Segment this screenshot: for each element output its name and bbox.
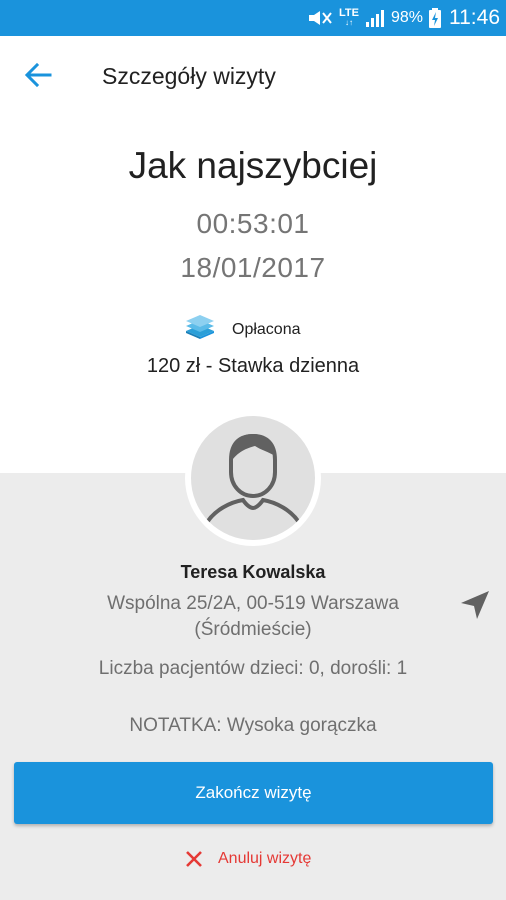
visit-headline: Jak najszybciej (128, 145, 378, 186)
money-stack-icon (182, 313, 218, 346)
patients-count: Liczba pacjentów dzieci: 0, dorośli: 1 (98, 658, 408, 679)
cancel-visit-label: Anuluj wizytę (218, 850, 312, 867)
clock: 11:46 (449, 6, 500, 29)
arrow-left-icon (24, 62, 52, 88)
signal-icon (365, 9, 385, 27)
avatar (191, 416, 315, 540)
address-line-2: (Śródmieście) (194, 619, 312, 640)
patient-address: Wspólna 25/2A, 00-519 Warszawa (Śródmieś… (40, 591, 466, 643)
navigation-arrow-icon (461, 591, 489, 619)
visit-date: 18/01/2017 (180, 252, 326, 283)
status-icons: LTE ↓↑ 98% 11:46 (307, 0, 500, 36)
mute-icon (307, 9, 333, 27)
toolbar: Szczegóły wizyty (0, 36, 506, 116)
battery-charging-icon (429, 8, 441, 28)
close-icon (186, 851, 202, 867)
lte-indicator: LTE ↓↑ (339, 7, 359, 28)
navigate-button[interactable] (458, 588, 492, 622)
cancel-visit-button[interactable]: Anuluj wizytę (184, 849, 311, 869)
patient-name: Teresa Kowalska (180, 562, 326, 582)
battery-percent: 98% (390, 9, 423, 26)
page-title: Szczegóły wizyty (102, 63, 276, 89)
back-button[interactable] (22, 60, 56, 90)
status-bar: LTE ↓↑ 98% 11:46 (0, 0, 506, 36)
visit-rate: 120 zł - Stawka dzienna (146, 355, 360, 377)
payment-status: Opłacona (182, 313, 301, 346)
visit-time: 00:53:01 (196, 208, 310, 239)
address-line-1: Wspólna 25/2A, 00-519 Warszawa (107, 593, 399, 614)
visit-note: NOTATKA: Wysoka gorączka (129, 715, 377, 736)
person-icon (203, 433, 303, 527)
finish-visit-button[interactable]: Zakończ wizytę (14, 762, 493, 824)
payment-status-label: Opłacona (232, 320, 301, 338)
